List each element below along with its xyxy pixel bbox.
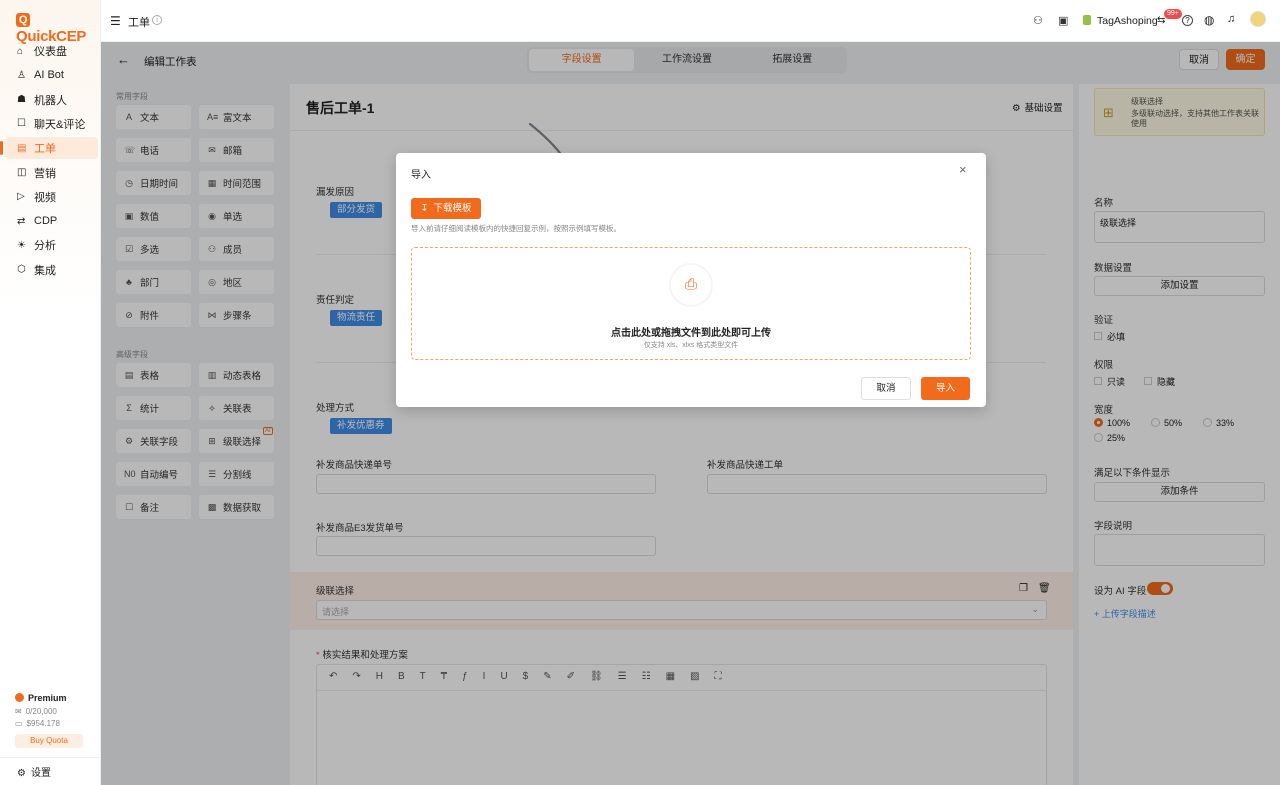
nav-item-4[interactable]: ▤ 工单 (0, 137, 98, 160)
wallet-icon: ▭ (15, 719, 23, 728)
shopify-icon (1083, 15, 1091, 25)
drop-zone-sub-text: 仅支持 xls、xlxs 格式类型文件 (643, 342, 739, 349)
avatar[interactable] (1250, 11, 1266, 27)
help-icon[interactable]: ? (1182, 15, 1193, 26)
import-modal: 导入 × ↧ 下载模板 导入前请仔细阅读模板内的快捷回复示例，按照示例填写模板。 … (396, 153, 986, 407)
download-template-button[interactable]: ↧ 下载模板 (411, 198, 481, 219)
file-drop-zone[interactable]: ⎙ 点击此处或拖拽文件到此处即可上传 仅支持 xls、xlxs 格式类型文件 (411, 247, 971, 360)
modal-title: 导入 (411, 170, 431, 181)
analytics-icon: ☀ (17, 239, 26, 251)
top-bar: ☰ 工单 i ⚇ ▣ TagAshoping ⇆ 99+ ? ◍ ♫ (101, 0, 1280, 42)
nav-item-5[interactable]: ◫ 营销 (5, 162, 98, 184)
modal-import-button[interactable]: 导入 (921, 377, 970, 400)
buy-quota-button[interactable]: Buy Quota (15, 734, 83, 748)
nav-item-label: 营销 (34, 167, 56, 180)
cdp-icon: ⇄ (17, 215, 26, 227)
nav-item-2[interactable]: ☗ 机器人 (5, 89, 98, 111)
user-icon[interactable]: ⚇ (1033, 14, 1043, 27)
integration-icon: ⬡ (17, 264, 26, 276)
settings-nav[interactable]: ⚙ 设置 (17, 764, 51, 779)
info-icon[interactable]: i (152, 15, 162, 25)
nav-item-3[interactable]: ☐ 聊天&评论 (5, 113, 98, 135)
download-icon: ↧ (420, 203, 429, 214)
nav-item-label: CDP (34, 215, 58, 228)
inbox-icon: ⎙ (671, 265, 711, 305)
gear-icon: ⚙ (17, 768, 26, 779)
bell-icon[interactable]: ♫ (1227, 13, 1235, 25)
nav-item-label: 仪表盘 (34, 46, 67, 58)
nav-item-label: AI Bot (34, 69, 64, 82)
nav-item-8[interactable]: ☀ 分析 (5, 234, 98, 256)
video-icon: ▷ (17, 191, 25, 203)
message-icon[interactable]: ▣ (1058, 14, 1068, 27)
page-title: 工单 (128, 17, 150, 29)
marketing-icon: ◫ (17, 167, 27, 178)
chat-icon: ☐ (17, 118, 26, 130)
globe-icon[interactable]: ◍ (1204, 13, 1214, 27)
ai-bot-icon: ♙ (17, 69, 26, 81)
left-navigation: QQuickCEP ⌂ 仪表盘 ♙ AI Bot ☗ 机器人 ☐ 聊天&评论 ▤ 工单 ◫ 营销 ▷ 视频… (0, 0, 101, 785)
divider (0, 757, 101, 758)
premium-label: Premium (15, 693, 67, 703)
dashboard-icon: ⌂ (17, 45, 24, 57)
nav-item-label: 集成 (34, 264, 56, 277)
nav-item-label: 机器人 (34, 94, 67, 107)
mail-icon: ✉ (15, 707, 22, 716)
nav-item-label: 视频 (34, 191, 56, 204)
quota-usage: ✉ 0/20,000 (15, 707, 57, 716)
robot-icon: ☗ (17, 94, 26, 106)
nav-item-label: 分析 (34, 240, 56, 253)
balance: ▭ $954.178 (15, 719, 60, 728)
ticket-icon: ▤ (17, 142, 27, 154)
nav-item-label: 聊天&评论 (34, 118, 86, 131)
menu-toggle-icon[interactable]: ☰ (110, 14, 121, 28)
notification-count-badge: 99+ (1164, 9, 1182, 19)
modal-cancel-button[interactable]: 取消 (861, 377, 911, 400)
nav-item-0[interactable]: ⌂ 仪表盘 (5, 40, 98, 62)
nav-item-9[interactable]: ⬡ 集成 (5, 259, 98, 281)
store-name[interactable]: TagAshoping (1097, 15, 1158, 27)
close-icon[interactable]: × (959, 162, 967, 177)
import-hint: 导入前请仔细阅读模板内的快捷回复示例，按照示例填写模板。 (411, 224, 621, 233)
premium-icon (15, 693, 24, 702)
active-indicator (0, 141, 3, 156)
nav-item-7[interactable]: ⇄ CDP (5, 210, 98, 232)
logo-mark-icon: Q (16, 13, 30, 27)
drop-zone-main-text: 点击此处或拖拽文件到此处即可上传 (611, 328, 771, 339)
nav-item-6[interactable]: ▷ 视频 (5, 186, 98, 208)
nav-item-label: 工单 (34, 143, 56, 156)
nav-item-1[interactable]: ♙ AI Bot (5, 64, 98, 86)
